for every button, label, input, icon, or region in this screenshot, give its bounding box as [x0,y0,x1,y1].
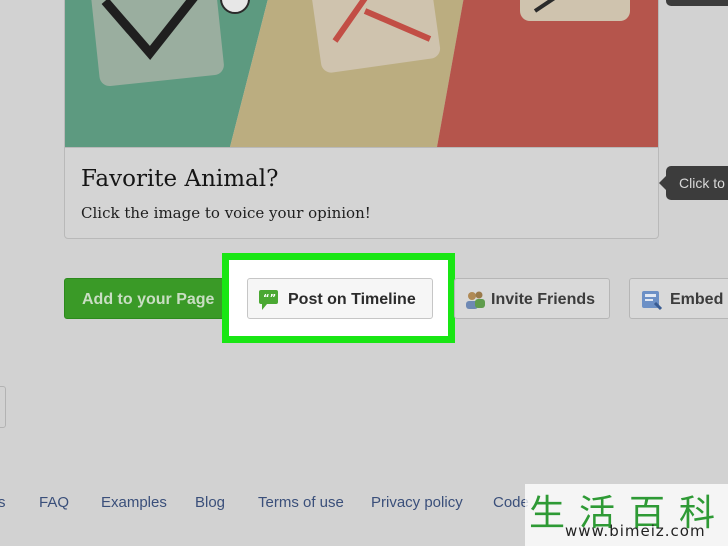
speech-bubble-icon: “” [259,290,278,310]
red-panel [437,0,658,147]
svg-text:“”: “” [263,293,276,304]
embed-label: Embed [670,291,724,308]
footer-link-examples[interactable]: Examples [101,494,167,511]
friends-icon [466,291,485,309]
tooltip-top-fragment [666,0,728,6]
watermark-url: www.bimeiz.com [565,522,706,540]
post-on-timeline-label: Post on Timeline [288,291,416,308]
footer-link-terms[interactable]: Terms of use [258,494,344,511]
watermark: 生活百科 www.bimeiz.com [525,484,728,546]
add-to-page-button[interactable]: Add to your Page [64,278,226,319]
embed-icon [642,291,663,311]
footer-link-code[interactable]: Code [493,494,529,511]
footer-link-privacy[interactable]: Privacy policy [371,494,463,511]
footer-link-blog[interactable]: Blog [195,494,225,511]
footer-link-partial[interactable]: s [0,494,6,511]
poll-card[interactable]: Favorite Animal? Click the image to voic… [64,0,659,239]
poll-image[interactable] [65,0,658,147]
poll-card-body: Favorite Animal? Click the image to voic… [65,147,658,238]
post-on-timeline-button[interactable]: “” Post on Timeline [247,278,433,319]
footer-link-faq[interactable]: FAQ [39,494,69,511]
embed-button[interactable]: Embed [629,278,728,319]
invite-friends-label: Invite Friends [491,291,596,308]
invite-friends-button[interactable]: Invite Friends [454,278,610,319]
click-tooltip: Click to [659,166,728,200]
poll-subtitle: Click the image to voice your opinion! [81,204,371,222]
poll-title: Favorite Animal? [81,166,279,192]
offscreen-button-edge[interactable] [0,386,6,428]
